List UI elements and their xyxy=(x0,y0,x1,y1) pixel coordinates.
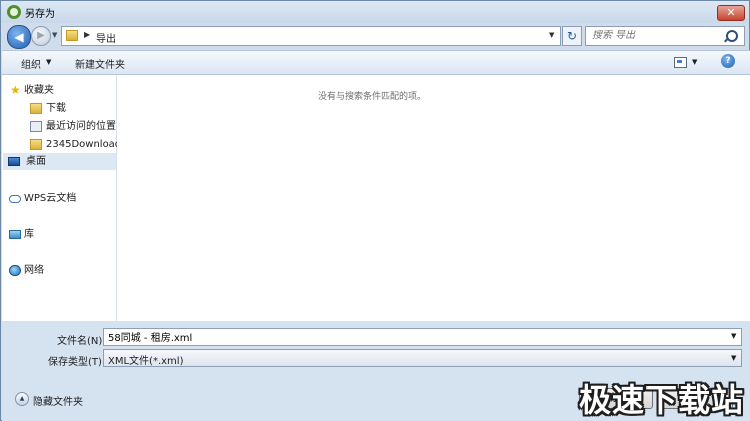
view-options-icon[interactable] xyxy=(674,57,687,68)
nav-item-downloads[interactable]: 下载 xyxy=(26,100,116,117)
nav-item-network[interactable]: 网络 xyxy=(2,262,116,279)
network-icon xyxy=(9,265,21,276)
library-icon xyxy=(9,230,21,239)
title-bar: 另存为 ✕ xyxy=(1,1,749,23)
address-path[interactable]: 导出 xyxy=(96,30,116,45)
filetype-value[interactable]: XML文件(*.xml) xyxy=(108,352,183,367)
filetype-dropdown-icon[interactable]: ▼ xyxy=(731,354,736,362)
nav-label: 收藏夹 xyxy=(24,85,54,96)
filename-label: 文件名(N): xyxy=(57,336,106,347)
history-dropdown-icon[interactable]: ▼ xyxy=(52,31,57,39)
desktop-icon xyxy=(8,157,20,166)
star-icon: ★ xyxy=(10,83,21,97)
nav-label: 下载 xyxy=(46,103,66,114)
hide-folders-icon[interactable]: ▲ xyxy=(15,392,29,406)
nav-label: 桌面 xyxy=(26,156,46,167)
window-title: 另存为 xyxy=(25,9,55,20)
toolbar: 组织 ▼ 新建文件夹 ▼ ? xyxy=(2,50,750,75)
cloud-icon xyxy=(9,195,21,203)
nav-label: 2345Download xyxy=(46,139,122,150)
nav-item-desktop[interactable]: 桌面 xyxy=(3,153,116,170)
nav-item-recent[interactable]: 最近访问的位置 xyxy=(26,118,116,135)
nav-label: 库 xyxy=(24,229,34,240)
download-folder-icon xyxy=(30,103,42,114)
watermark-logo: 极速下载站 xyxy=(579,381,745,419)
filename-input[interactable] xyxy=(108,331,708,342)
organize-button[interactable]: 组织 xyxy=(21,56,41,71)
chevron-right-icon[interactable]: ▶ xyxy=(84,30,90,39)
folder-icon xyxy=(30,139,42,150)
file-list-area[interactable]: 没有与搜索条件匹配的项。 xyxy=(117,75,750,321)
address-row: ◀ ▶ ▼ ▶ 导出 ▼ ↻ xyxy=(1,23,749,49)
nav-label: 最近访问的位置 xyxy=(46,121,116,132)
close-button[interactable]: ✕ xyxy=(717,5,745,21)
help-icon[interactable]: ? xyxy=(721,54,735,68)
search-input[interactable] xyxy=(592,30,720,41)
filetype-label: 保存类型(T): xyxy=(48,357,106,368)
empty-message: 没有与搜索条件匹配的项。 xyxy=(317,92,426,102)
filename-field[interactable]: ▼ xyxy=(103,328,742,346)
caret-down-icon[interactable]: ▼ xyxy=(46,58,51,66)
filename-dropdown-icon[interactable]: ▼ xyxy=(731,332,736,340)
navigation-pane: ★ 收藏夹 下载 最近访问的位置 2345Download 桌面 WPS云文档 … xyxy=(2,75,121,321)
address-dropdown-icon[interactable]: ▼ xyxy=(549,31,554,39)
nav-item-library[interactable]: 库 xyxy=(2,226,116,243)
folder-icon xyxy=(66,30,78,41)
back-button[interactable]: ◀ xyxy=(7,25,31,49)
nav-item-wps-cloud[interactable]: WPS云文档 xyxy=(2,190,116,207)
nav-label: 网络 xyxy=(24,265,44,276)
save-form: 文件名(N): ▼ 保存类型(T): XML文件(*.xml) ▼ ▲ 隐藏文件… xyxy=(2,321,750,421)
hide-folders-button[interactable]: 隐藏文件夹 xyxy=(33,393,83,408)
save-as-dialog: 另存为 ✕ ◀ ▶ ▼ ▶ 导出 ▼ ↻ 组织 ▼ 新建文件夹 ▼ ? ★ 收藏… xyxy=(0,0,750,421)
nav-item-2345download[interactable]: 2345Download xyxy=(26,136,121,153)
nav-item-favorites[interactable]: ★ 收藏夹 xyxy=(2,82,116,99)
search-box[interactable] xyxy=(585,26,745,46)
address-bar[interactable]: ▶ 导出 ▼ xyxy=(61,26,561,46)
refresh-button[interactable]: ↻ xyxy=(562,26,582,46)
filetype-select[interactable]: XML文件(*.xml) ▼ xyxy=(103,349,742,367)
app-icon xyxy=(7,5,21,19)
new-folder-button[interactable]: 新建文件夹 xyxy=(75,56,125,71)
search-icon[interactable] xyxy=(726,30,738,42)
recent-places-icon xyxy=(30,121,42,132)
nav-label: WPS云文档 xyxy=(24,193,77,204)
caret-down-icon[interactable]: ▼ xyxy=(692,58,697,66)
forward-button[interactable]: ▶ xyxy=(31,26,51,46)
